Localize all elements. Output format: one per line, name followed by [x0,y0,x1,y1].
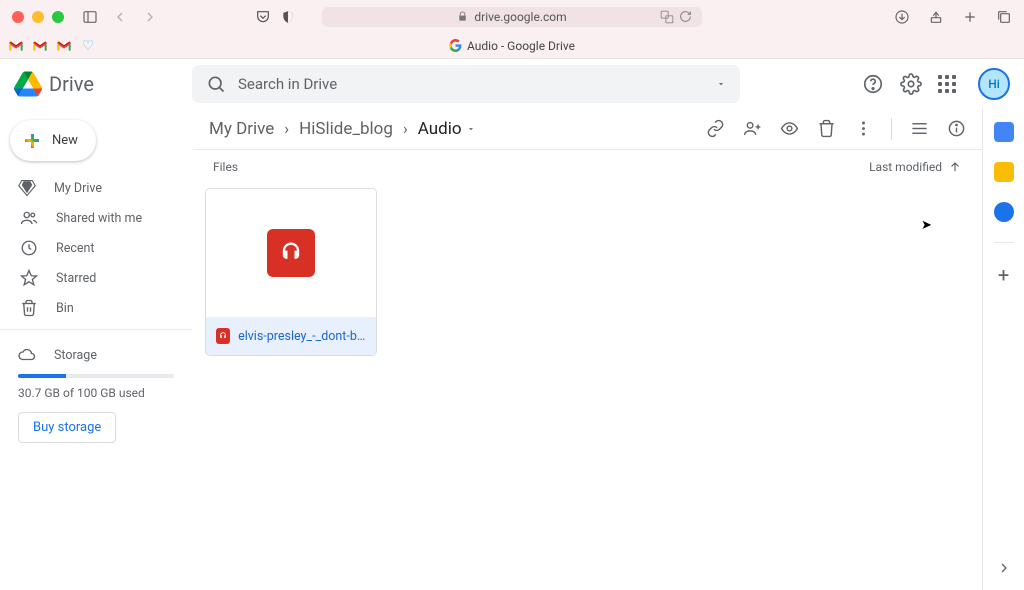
tab-title-text: Audio - Google Drive [467,39,575,53]
section-label: Files [213,160,238,174]
new-button-label: New [52,133,78,148]
keep-addon-icon[interactable] [994,162,1014,182]
storage-label: Storage [54,348,97,363]
breadcrumb-current[interactable]: Audio [418,119,476,139]
divider [891,118,892,140]
close-window-icon[interactable] [12,11,24,23]
search-input[interactable] [238,75,704,93]
pinned-tab-gmail-3[interactable] [54,37,74,55]
drive-logo[interactable]: Drive [14,71,192,97]
sidebar-item-shared[interactable]: Shared with me [0,203,192,233]
get-link-icon[interactable] [706,119,725,138]
translate-icon[interactable] [659,10,675,24]
sidebar-item-bin[interactable]: Bin [0,293,192,323]
minimize-window-icon[interactable] [32,11,44,23]
settings-icon[interactable] [900,73,922,95]
tab-strip: ♡ Audio - Google Drive [0,33,1024,59]
breadcrumb-item[interactable]: HiSlide_blog [299,119,393,139]
sidebar-toggle-icon[interactable] [82,9,98,25]
back-icon[interactable] [112,9,128,25]
google-favicon-icon [449,39,462,52]
drive-product-name: Drive [49,72,94,96]
pinned-tab-gmail-2[interactable] [30,37,50,55]
search-options-icon[interactable] [716,79,726,89]
tab-overview-icon[interactable] [996,9,1012,25]
address-bar[interactable]: drive.google.com [322,7,702,27]
content-toolbar: My Drive › HiSlide_blog › Audio [193,108,982,150]
sidebar-item-label: Bin [56,301,74,316]
sidebar-item-label: My Drive [54,181,102,196]
arrow-up-icon [948,160,962,174]
star-icon [20,269,38,287]
sidebar-item-label: Recent [56,241,95,256]
lock-icon [457,11,468,22]
file-name: elvis-presley_-_dont-be-c... [238,329,366,344]
audio-file-icon [267,229,315,277]
forward-icon[interactable] [142,9,158,25]
drive-folder-icon [18,179,36,197]
more-actions-icon[interactable] [854,119,873,138]
remove-icon[interactable] [817,119,836,138]
sidebar-item-label: Starred [56,271,96,286]
maximize-window-icon[interactable] [52,11,64,23]
audio-file-icon [216,328,230,344]
browser-toolbar: drive.google.com [0,0,1024,33]
share-person-icon[interactable] [743,119,762,138]
plus-icon [22,131,42,151]
active-tab[interactable]: Audio - Google Drive [449,39,575,53]
sidebar-item-storage[interactable]: Storage [18,346,174,364]
pinned-tab-heart[interactable]: ♡ [78,37,98,55]
tasks-addon-icon[interactable] [994,202,1014,222]
chevron-down-icon [466,124,476,134]
sort-label: Last modified [869,160,942,174]
url-host: drive.google.com [474,10,566,24]
preview-icon[interactable] [780,119,799,138]
divider [994,242,1014,243]
side-panel: + [982,108,1024,590]
file-card[interactable]: elvis-presley_-_dont-be-c... [205,188,377,356]
breadcrumb-item[interactable]: My Drive [209,119,274,139]
downloads-icon[interactable] [894,9,910,25]
calendar-addon-icon[interactable] [994,122,1014,142]
search-bar[interactable] [192,65,740,103]
details-icon[interactable] [947,119,966,138]
sort-toggle[interactable]: Last modified [869,160,962,174]
reload-icon[interactable] [679,10,692,23]
get-addons-icon[interactable]: + [998,263,1009,287]
storage-usage-text: 30.7 GB of 100 GB used [18,386,174,400]
divider [0,329,192,330]
new-button[interactable]: New [10,120,96,161]
shield-icon[interactable] [281,9,295,25]
sidebar-item-label: Shared with me [56,211,142,226]
breadcrumb: My Drive › HiSlide_blog › Audio [209,119,476,139]
cloud-icon [18,346,36,364]
pocket-icon[interactable] [255,9,271,25]
search-icon [206,74,226,94]
support-icon[interactable] [862,73,884,95]
content-area: My Drive › HiSlide_blog › Audio [192,108,982,590]
list-view-icon[interactable] [910,119,929,138]
sidebar-item-starred[interactable]: Starred [0,263,192,293]
drive-header: Drive Hi [0,59,1024,108]
account-avatar[interactable]: Hi [978,68,1010,100]
pinned-tab-gmail-1[interactable] [6,37,26,55]
buy-storage-button[interactable]: Buy storage [18,412,116,443]
storage-bar [18,374,174,378]
share-icon[interactable] [928,9,944,25]
drive-logo-icon [14,71,42,97]
sidebar-item-my-drive[interactable]: ▶ My Drive [0,173,192,203]
chevron-right-icon: › [284,119,289,138]
chevron-right-icon: › [403,119,408,138]
new-tab-icon[interactable] [962,9,978,25]
google-apps-icon[interactable] [938,75,956,93]
sidebar: New ▶ My Drive Shared with me Recent Sta… [0,108,192,590]
sidebar-item-recent[interactable]: Recent [0,233,192,263]
trash-icon [20,299,38,317]
people-icon [20,209,38,227]
clock-icon [20,239,38,257]
hide-side-panel-icon[interactable] [996,560,1012,576]
window-controls [12,11,64,23]
file-thumbnail [206,189,376,317]
